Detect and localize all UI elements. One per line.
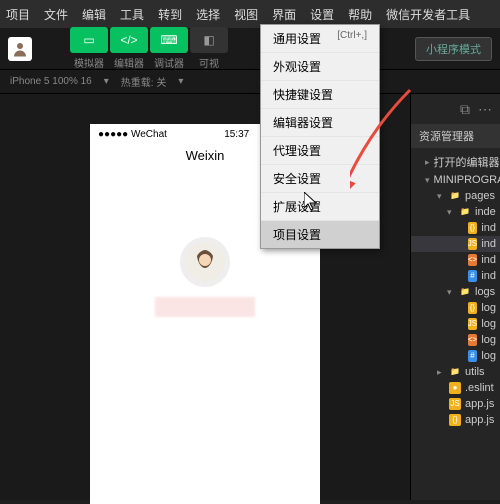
device-select[interactable]: iPhone 5 100% 16 [10,76,92,87]
menu-2[interactable]: 编辑 [82,6,106,23]
panel-title: 资源管理器 [411,124,500,148]
menu-9[interactable]: 帮助 [348,6,372,23]
file-icon: 📁 [459,286,471,298]
tree-item-2[interactable]: {}ind [411,220,500,236]
toolbar-btn-2[interactable]: ⌨ [150,27,188,53]
tree-item-14[interactable]: {} app.js [411,412,500,428]
tree-item-7[interactable]: {}log [411,300,500,316]
avatar-icon [11,40,29,58]
dropdown-item-0[interactable]: 通用设置[Ctrl+,] [261,25,379,53]
tree-item-4[interactable]: <>ind [411,252,500,268]
menu-10[interactable]: 微信开发者工具 [386,6,470,23]
mode-selector[interactable]: 小程序模式 [415,37,492,61]
file-name: log [481,302,496,314]
file-icon: {} [468,302,478,314]
menu-8[interactable]: 设置 [310,6,334,23]
file-name: log [481,334,496,346]
file-name: logs [475,286,495,298]
tree-item-5[interactable]: #ind [411,268,500,284]
file-icon: {} [468,222,478,234]
user-avatar[interactable] [8,37,32,61]
file-icon: # [468,270,478,282]
profile-name-redacted [155,297,255,317]
tree-item-0[interactable]: ▾ 📁 pages [411,188,500,204]
explorer-panel: ⧉ ⋯ 资源管理器 ▸打开的编辑器 ▾MINIPROGRAM ▾ 📁 pages ▾ 📁… [410,94,500,500]
hot-reload[interactable]: 热重载: 关 [121,74,167,89]
toolbar-label-1: 编辑器 [114,55,144,70]
caret-icon: ▾ [437,191,445,202]
time-text: 15:37 [224,129,249,140]
menu-1[interactable]: 文件 [44,6,68,23]
open-editors-section[interactable]: ▸打开的编辑器 [411,152,500,172]
file-icon: <> [468,254,478,266]
menubar: 项目文件编辑工具转到选择视图界面设置帮助微信开发者工具 [0,0,500,28]
toolbar-btn-3[interactable]: ◧ [190,27,228,53]
file-icon: ● [449,382,461,394]
menu-3[interactable]: 工具 [120,6,144,23]
file-name: ind [481,238,496,250]
file-icon: JS [468,238,478,250]
file-icon: JS [449,398,461,410]
menu-0[interactable]: 项目 [6,6,30,23]
toolbar-label-3: 可视 [199,55,219,70]
file-name: utils [465,366,485,378]
toolbar: ▭ 模拟器 </> 编辑器 ⌨ 调试器 ◧ 可视 小程序模式 [0,28,500,70]
file-icon: # [468,350,478,362]
tree-item-9[interactable]: <>log [411,332,500,348]
file-name: log [481,318,496,330]
copy-icon[interactable]: ⧉ [460,101,470,118]
tree-item-10[interactable]: #log [411,348,500,364]
file-name: ind [481,222,496,234]
file-icon: {} [449,414,461,426]
toolbar-label-0: 模拟器 [74,55,104,70]
caret-icon: ▸ [437,367,445,378]
file-name: .eslint [465,382,494,394]
file-name: ind [481,270,496,282]
more-icon[interactable]: ⋯ [478,101,492,118]
toolbar-btn-1[interactable]: </> [110,27,148,53]
toolbar-label-2: 调试器 [154,55,184,70]
tree-item-13[interactable]: JS app.js [411,396,500,412]
dropdown-item-1[interactable]: 外观设置 [261,53,379,81]
profile-avatar [180,237,230,287]
file-icon: JS [468,318,478,330]
file-name: app.js [465,398,494,410]
file-name: ind [481,254,496,266]
toolbar-btn-0[interactable]: ▭ [70,27,108,53]
tree-item-1[interactable]: ▾ 📁 inde [411,204,500,220]
tree-item-6[interactable]: ▾ 📁 logs [411,284,500,300]
menu-4[interactable]: 转到 [158,6,182,23]
cursor-icon [304,192,320,217]
annotation-arrow [350,80,420,200]
file-icon: 📁 [459,206,471,218]
file-name: pages [465,190,495,202]
file-name: log [481,350,496,362]
carrier-text: ●●●●● WeChat [98,129,167,140]
project-root[interactable]: ▾MINIPROGRAM [411,172,500,188]
menu-5[interactable]: 选择 [196,6,220,23]
tree-item-11[interactable]: ▸ 📁 utils [411,364,500,380]
file-name: inde [475,206,496,218]
menu-7[interactable]: 界面 [272,6,296,23]
tree-item-3[interactable]: JSind [411,236,500,252]
device-bar: iPhone 5 100% 16▾ 热重载: 关▾ [0,70,500,94]
file-name: app.js [465,414,494,426]
menu-6[interactable]: 视图 [234,6,258,23]
caret-icon: ▾ [447,207,455,218]
tree-item-8[interactable]: JSlog [411,316,500,332]
file-icon: 📁 [449,366,461,378]
dropdown-item-7[interactable]: 项目设置 [261,221,379,248]
shortcut-text: [Ctrl+,] [337,30,367,41]
file-icon: <> [468,334,478,346]
tree-item-12[interactable]: ● .eslint [411,380,500,396]
caret-icon: ▾ [447,287,455,298]
file-icon: 📁 [449,190,461,202]
